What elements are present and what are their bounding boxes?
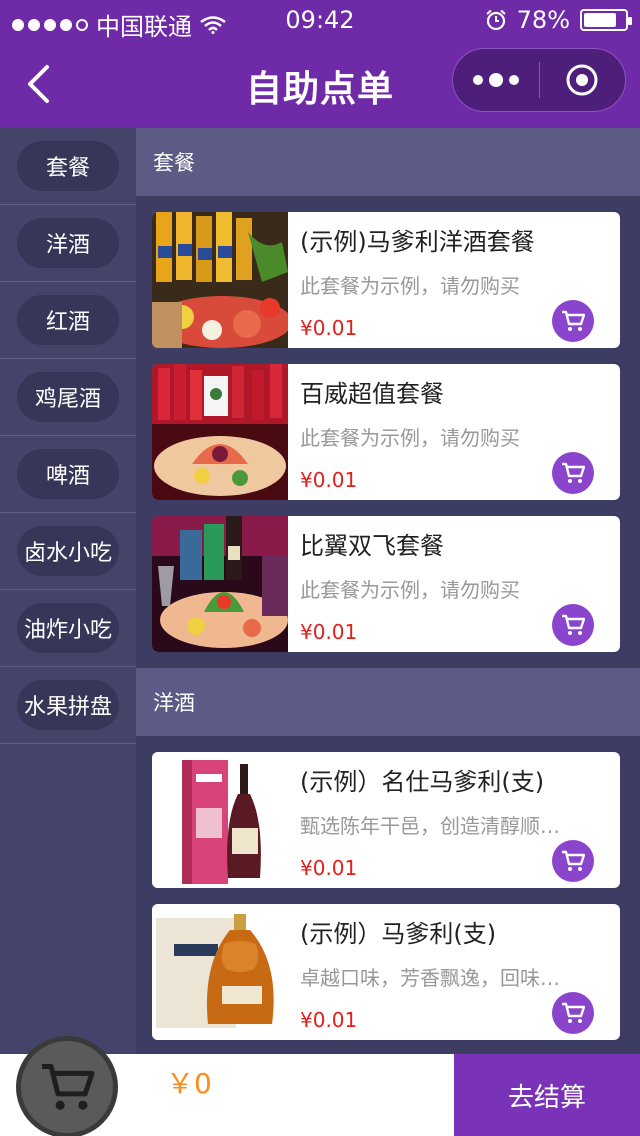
category-sidebar: 套餐 洋酒 红酒 鸡尾酒 啤酒 卤水小吃 油炸小吃 水果拼盘 bbox=[0, 128, 136, 1054]
cart-button[interactable] bbox=[16, 1036, 118, 1136]
battery-percent: 78% bbox=[516, 6, 570, 34]
cart-total: ￥0 bbox=[166, 1067, 212, 1100]
category-item[interactable]: 鸡尾酒 bbox=[0, 359, 136, 436]
cart-icon bbox=[562, 310, 585, 331]
product-card[interactable]: (示例)马爹利洋酒套餐 此套餐为示例，请勿购买 ¥0.01 bbox=[152, 212, 620, 348]
product-content[interactable]: 套餐 (示例)马爹利洋酒套餐 此套餐为示例，请勿购买 ¥0.01 百威超值套餐 … bbox=[136, 128, 640, 1054]
product-card[interactable]: (示例）马爹利(支) 卓越口味，芳香飘逸，回味… ¥0.01 bbox=[152, 904, 620, 1040]
category-label: 套餐 bbox=[17, 141, 119, 191]
product-card[interactable]: (示例）名仕马爹利(支) 甄选陈年干邑，创造清醇顺… ¥0.01 bbox=[152, 752, 620, 888]
product-price: ¥0.01 bbox=[300, 316, 358, 340]
target-close-icon bbox=[566, 64, 598, 96]
product-name: 百威超值套餐 bbox=[300, 380, 444, 408]
status-right: 78% bbox=[485, 6, 632, 34]
product-card[interactable]: 比翼双飞套餐 此套餐为示例，请勿购买 ¥0.01 bbox=[152, 516, 620, 652]
category-label: 啤酒 bbox=[17, 449, 119, 499]
product-image bbox=[152, 752, 288, 888]
cart-icon bbox=[562, 1002, 585, 1023]
nav-bar: 自助点单 bbox=[0, 40, 640, 128]
product-image bbox=[152, 516, 288, 652]
product-desc: 此套餐为示例，请勿购买 bbox=[300, 274, 520, 298]
battery-icon bbox=[580, 9, 632, 31]
cart-icon bbox=[562, 850, 585, 871]
product-name: (示例）马爹利(支) bbox=[300, 920, 497, 948]
bottom-bar: ￥0 去结算 bbox=[0, 1036, 640, 1136]
product-desc: 此套餐为示例，请勿购买 bbox=[300, 426, 520, 450]
shopping-cart-icon bbox=[42, 1064, 95, 1110]
add-to-cart-button[interactable] bbox=[552, 604, 594, 646]
category-label: 洋酒 bbox=[17, 218, 119, 268]
more-dots-icon[interactable] bbox=[453, 48, 539, 112]
category-item[interactable]: 卤水小吃 bbox=[0, 513, 136, 590]
product-price: ¥0.01 bbox=[300, 620, 358, 644]
close-button[interactable] bbox=[540, 48, 626, 112]
category-item[interactable]: 水果拼盘 bbox=[0, 667, 136, 744]
category-item[interactable]: 红酒 bbox=[0, 282, 136, 359]
product-name: (示例）名仕马爹利(支) bbox=[300, 768, 545, 796]
product-list: (示例）名仕马爹利(支) 甄选陈年干邑，创造清醇顺… ¥0.01 (示例）马爹利… bbox=[136, 736, 640, 1040]
add-to-cart-button[interactable] bbox=[552, 300, 594, 342]
category-label: 鸡尾酒 bbox=[17, 372, 119, 422]
section-header: 套餐 bbox=[136, 128, 640, 196]
product-desc: 甄选陈年干邑，创造清醇顺… bbox=[300, 814, 560, 838]
product-desc: 此套餐为示例，请勿购买 bbox=[300, 578, 520, 602]
category-label: 红酒 bbox=[17, 295, 119, 345]
cart-icon bbox=[562, 462, 585, 483]
product-price: ¥0.01 bbox=[300, 856, 358, 880]
product-name: 比翼双飞套餐 bbox=[300, 532, 444, 560]
product-price: ¥0.01 bbox=[300, 468, 358, 492]
product-image bbox=[152, 364, 288, 500]
add-to-cart-button[interactable] bbox=[552, 992, 594, 1034]
category-item[interactable]: 油炸小吃 bbox=[0, 590, 136, 667]
category-label: 卤水小吃 bbox=[17, 526, 119, 576]
add-to-cart-button[interactable] bbox=[552, 840, 594, 882]
category-label: 油炸小吃 bbox=[17, 603, 119, 653]
mini-program-capsule bbox=[452, 48, 626, 112]
category-label: 水果拼盘 bbox=[17, 680, 119, 730]
add-to-cart-button[interactable] bbox=[552, 452, 594, 494]
category-item[interactable]: 套餐 bbox=[0, 128, 136, 205]
product-card[interactable]: 百威超值套餐 此套餐为示例，请勿购买 ¥0.01 bbox=[152, 364, 620, 500]
checkout-button[interactable]: 去结算 bbox=[454, 1054, 640, 1136]
section-header: 洋酒 bbox=[136, 668, 640, 736]
product-image bbox=[152, 212, 288, 348]
product-name: (示例)马爹利洋酒套餐 bbox=[300, 228, 535, 256]
product-desc: 卓越口味，芳香飘逸，回味… bbox=[300, 966, 560, 990]
cart-icon bbox=[562, 614, 585, 635]
alarm-icon bbox=[485, 9, 506, 31]
product-list: (示例)马爹利洋酒套餐 此套餐为示例，请勿购买 ¥0.01 百威超值套餐 此套餐… bbox=[136, 196, 640, 652]
status-bar: 中国联通 09:42 78% bbox=[0, 0, 640, 41]
category-item[interactable]: 啤酒 bbox=[0, 436, 136, 513]
category-item[interactable]: 洋酒 bbox=[0, 205, 136, 282]
product-image bbox=[152, 904, 288, 1040]
product-price: ¥0.01 bbox=[300, 1008, 358, 1032]
